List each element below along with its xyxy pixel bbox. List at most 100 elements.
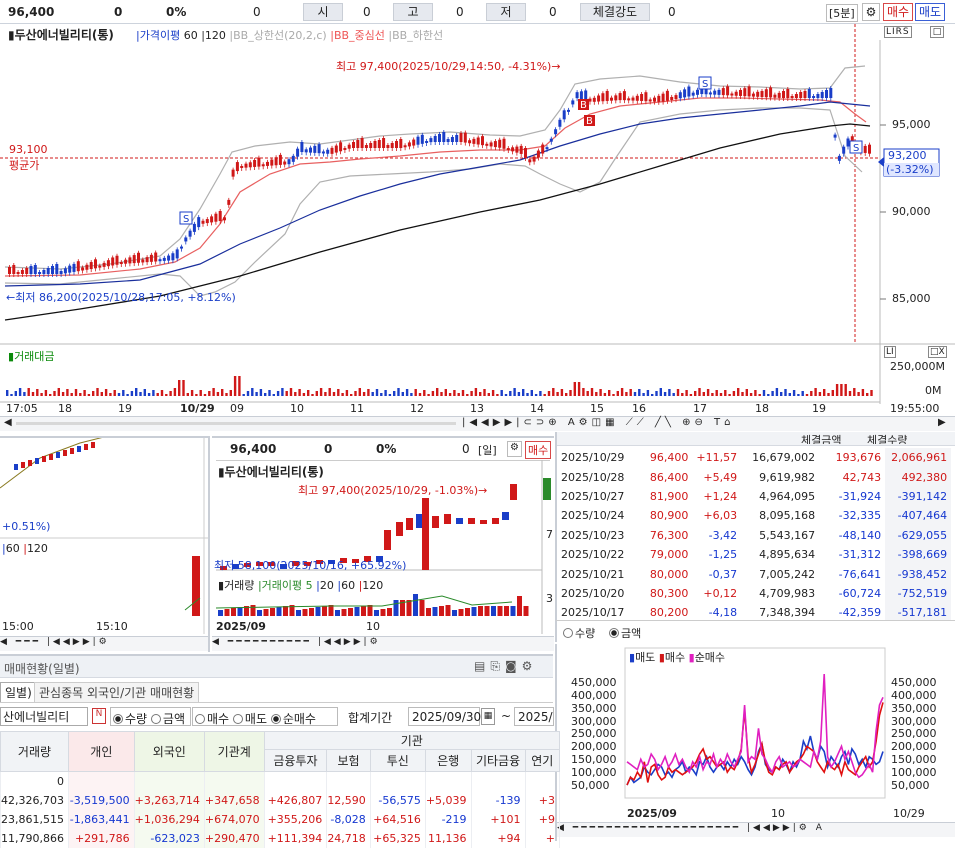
- trade-y-tick: 450,000: [571, 675, 617, 689]
- daily-vol-ma-120: 120: [362, 579, 384, 592]
- radio-quantity[interactable]: 수량: [563, 625, 595, 641]
- daily-cell: 2025/10/24: [561, 509, 625, 523]
- volume-bar: [702, 392, 705, 396]
- tab-watchlist[interactable]: 관심종목 외국인/기관 매매현황: [34, 682, 200, 703]
- daily-row[interactable]: 2025/10/17 80,200 -4,18 7,348,394 -42,359 -51…: [557, 603, 952, 620]
- x-tick-label: 18: [58, 402, 72, 415]
- volume-bar: [238, 376, 241, 396]
- scroll-right-icon[interactable]: ▶: [938, 417, 946, 428]
- volume-bar: [440, 392, 443, 396]
- panel-window-icons[interactable]: ▤⎘◙⚙: [474, 659, 537, 674]
- bottom-radio-sell[interactable]: 매도: [232, 712, 267, 726]
- interval-select[interactable]: [5분]: [826, 4, 858, 22]
- candle-body: [145, 257, 149, 263]
- stock-name-field[interactable]: 산에너빌리티: [0, 707, 88, 726]
- bottom-radio-qty[interactable]: 수량: [113, 712, 147, 726]
- candle-body: [382, 138, 386, 148]
- x-tick-label: 16: [632, 402, 646, 415]
- daily-row[interactable]: 2025/10/29 96,400 +11,57 16,679,002 193,676 2…: [557, 448, 952, 468]
- stock-n-icon[interactable]: N: [92, 708, 106, 724]
- volume-bar: [547, 391, 551, 396]
- daily-row[interactable]: 2025/10/27 81,900 +1,24 4,964,095 -31,924 -39…: [557, 486, 952, 507]
- daily-cell: 86,400: [649, 470, 689, 484]
- toolbar-icons[interactable]: |◀◀▶▶|⊂⊃⊕ A⚙◫▦ ⟋⟋ ╱╲ ⊕⊖ T⌂: [462, 417, 735, 428]
- daily-row[interactable]: 2025/10/24 80,900 +6,03 8,095,168 -32,335 -40…: [557, 506, 952, 526]
- date-from-field[interactable]: 2025/09/30: [408, 707, 481, 726]
- volume-bar: [23, 392, 26, 396]
- candle-body: [416, 136, 420, 145]
- volume-bar: [573, 382, 576, 396]
- daily-candle: [510, 484, 517, 500]
- daily-cell: 2025/10/29: [561, 451, 625, 465]
- daily-volume-bar: [380, 609, 386, 616]
- sell-button[interactable]: 매도: [915, 3, 946, 21]
- volume-maximize-icon[interactable]: □X: [928, 346, 947, 358]
- candle-body: [485, 143, 489, 146]
- candle-body: [554, 129, 558, 135]
- volume-bar: [276, 391, 280, 396]
- candle-body: [102, 262, 106, 267]
- volume-bar: [762, 390, 766, 396]
- investor-cell: 42,326,703: [0, 790, 69, 810]
- gear-icon[interactable]: ⚙: [862, 3, 880, 21]
- candle-body: [678, 92, 682, 99]
- daily-row[interactable]: 2025/10/21 80,000 -0,37 7,005,242 -76,641 -93…: [557, 564, 952, 584]
- candle-body: [33, 265, 37, 274]
- daily-volume-bar: [426, 608, 431, 616]
- volume-tick-high: 250,000M: [890, 360, 945, 373]
- main-chart-svg: S S S B B: [0, 24, 955, 404]
- daily-toolbar[interactable]: ◀ ━━━━━━━━━━ |◀◀▶▶|⚙: [212, 636, 554, 651]
- calendar-icon[interactable]: ▦: [481, 708, 495, 725]
- daily-cell: 80,200: [649, 606, 689, 620]
- bottom-radio-amt[interactable]: 금액: [150, 712, 185, 726]
- investor-row[interactable]: 11,790,866 +291,786 -623,023 +290,470 +111,3…: [0, 828, 561, 848]
- volume-bar: [724, 390, 727, 396]
- candle-body: [653, 97, 656, 102]
- candle-body: [751, 93, 755, 97]
- volume-bar: [642, 393, 645, 396]
- investor-row[interactable]: 0: [0, 771, 561, 791]
- volume-bar: [504, 394, 508, 396]
- trade-toolbar[interactable]: ◀ ━━━━━━━━━━━━━━━━━━━━ |◀◀▶▶|⚙ A: [557, 822, 955, 837]
- volume-bar: [835, 384, 839, 396]
- trade-y-tick: 250,000: [891, 727, 937, 741]
- volume-bar: [113, 390, 116, 396]
- investor-cell: +101: [470, 809, 526, 829]
- bottom-radio-buy[interactable]: 매수: [195, 712, 229, 726]
- date-to-field[interactable]: 2025/: [514, 707, 554, 726]
- scrollbar-track[interactable]: [16, 422, 456, 425]
- volume-bars: [6, 376, 873, 396]
- daily-row[interactable]: 2025/10/22 79,000 -1,25 4,895,634 -31,312 -39…: [557, 544, 952, 565]
- investor-cell: +3,263,714: [133, 790, 205, 810]
- daily-volume-bar: [257, 610, 262, 616]
- radio-amount[interactable]: 금액: [609, 625, 641, 641]
- investor-row[interactable]: 23,861,515 -1,863,441 +1,036,294 +674,070 +3…: [0, 809, 561, 829]
- bottom-radio-net[interactable]: 순매수: [270, 712, 316, 726]
- volume-bar: [565, 393, 568, 396]
- candle-body: [511, 147, 515, 152]
- tab-daily[interactable]: 일별): [0, 682, 37, 702]
- buy-button[interactable]: 매수: [883, 3, 914, 21]
- investor-row[interactable]: 42,326,703 -3,519,500 +3,263,714 +347,658 +4…: [0, 790, 561, 810]
- candle-body: [764, 89, 768, 98]
- chart-toolbar[interactable]: ◀ |◀◀▶▶|⊂⊃⊕ A⚙◫▦ ⟋⟋ ╱╲ ⊕⊖ T⌂ ▶: [0, 416, 955, 431]
- left-toolbar[interactable]: ◀ ━━━ |◀◀▶▶|⚙: [0, 636, 208, 651]
- candle-body: [352, 142, 355, 148]
- investor-cell: +674,070: [203, 809, 265, 829]
- candle-body: [360, 138, 364, 148]
- daily-row[interactable]: 2025/10/28 86,400 +5,49 9,619,982 42,743 492,…: [557, 467, 952, 487]
- scroll-left-icon[interactable]: ◀: [4, 417, 12, 428]
- volume-bar: [539, 391, 542, 396]
- investor-cell: [470, 771, 526, 791]
- volume-bar: [362, 392, 366, 396]
- daily-volume-bar: [471, 607, 477, 616]
- volume-corner-icon[interactable]: LI: [884, 346, 896, 358]
- daily-row[interactable]: 2025/10/23 76,300 -3,42 5,543,167 -48,140 -62…: [557, 525, 952, 545]
- daily-volume-bar: [328, 605, 334, 616]
- daily-cell: -407,464: [885, 506, 952, 526]
- candle-body: [98, 265, 102, 268]
- daily-row[interactable]: 2025/10/20 80,300 +0,12 4,709,983 -60,724 -75…: [557, 583, 952, 604]
- volume-bar: [427, 394, 430, 396]
- daily-low-note: 최저 58,100(2025/10/16, +65.92%): [214, 559, 407, 572]
- daily-volume-bar: [387, 608, 392, 616]
